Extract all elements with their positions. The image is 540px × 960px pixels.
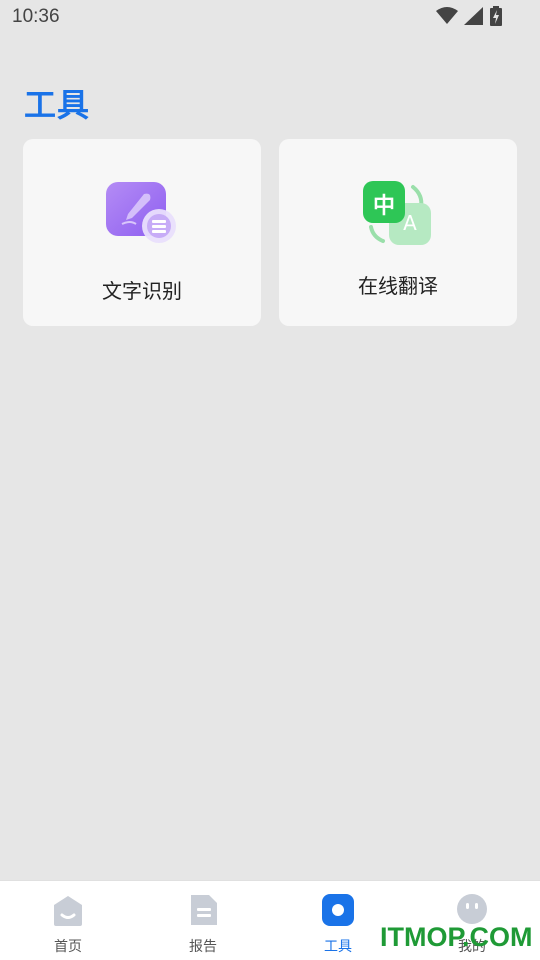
text-recognition-icon [106, 182, 176, 243]
tab-report[interactable]: 报告 [158, 881, 248, 960]
home-icon [54, 896, 82, 926]
tools-icon [322, 894, 354, 926]
translate-badge-secondary: A [403, 211, 417, 235]
status-time: 10:36 [12, 6, 60, 27]
tab-label: 工具 [324, 939, 352, 955]
report-icon [191, 895, 217, 925]
translate-icon: 中 A [363, 181, 433, 247]
status-bar: 10:36 [0, 0, 540, 36]
tool-card-label: 在线翻译 [358, 274, 438, 298]
tab-label: 报告 [189, 939, 217, 955]
cell-signal-icon [464, 7, 483, 25]
page-title: 工具 [24, 86, 91, 124]
tab-home[interactable]: 首页 [23, 881, 113, 960]
wifi-icon [436, 7, 458, 24]
tab-tools[interactable]: 工具 [293, 881, 383, 960]
battery-charging-icon [490, 6, 502, 26]
status-icons [436, 6, 502, 26]
tab-label: 首页 [54, 939, 82, 955]
tool-card-online-translation[interactable]: 中 A 在线翻译 [279, 139, 517, 326]
tool-card-label: 文字识别 [102, 279, 182, 303]
tool-card-text-recognition[interactable]: 文字识别 [23, 139, 261, 326]
watermark: ITMOP.COM [380, 922, 533, 952]
